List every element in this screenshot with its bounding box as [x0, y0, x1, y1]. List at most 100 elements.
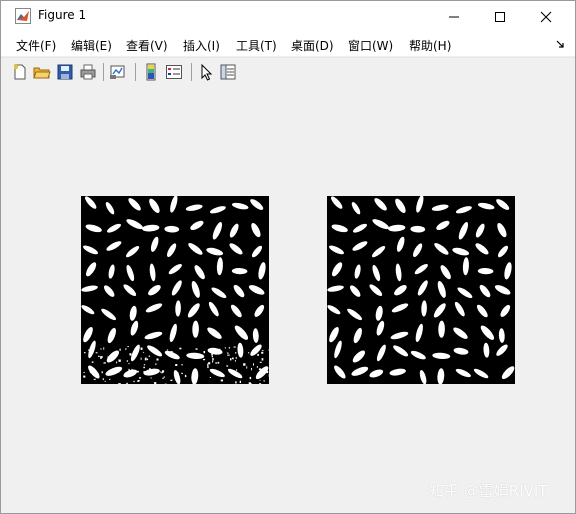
dock-arrow-icon[interactable]: [555, 39, 565, 49]
rice-grain: [123, 369, 138, 378]
rice-grain: [230, 304, 242, 318]
noise-speck: [263, 380, 265, 382]
link-plot-icon[interactable]: [109, 63, 127, 81]
rice-grain: [229, 243, 243, 255]
title-bar[interactable]: Figure 1: [1, 1, 575, 32]
rice-grain: [372, 219, 390, 230]
rice-grain: [145, 303, 163, 313]
rice-grain: [455, 368, 471, 378]
maximize-button[interactable]: [477, 1, 523, 32]
noise-speck: [116, 368, 119, 371]
pointer-icon[interactable]: [198, 63, 216, 81]
rice-grain: [331, 196, 343, 209]
menu-tools[interactable]: 工具(T): [236, 37, 277, 54]
rice-grain: [149, 263, 156, 282]
noise-speck: [259, 361, 262, 363]
noise-speck: [203, 358, 206, 361]
menu-edit[interactable]: 编辑(E): [71, 37, 112, 54]
new-figure-icon[interactable]: [11, 63, 29, 81]
rice-grain: [494, 285, 511, 295]
noise-speck: [233, 346, 236, 348]
noise-speck: [143, 366, 145, 369]
rice-grain: [86, 262, 97, 277]
noise-speck: [131, 368, 133, 371]
binary-image-right[interactable]: [327, 196, 515, 384]
noise-speck: [127, 346, 129, 348]
noise-speck: [239, 374, 242, 376]
noise-speck: [230, 358, 232, 361]
minimize-button[interactable]: [431, 1, 477, 32]
print-icon[interactable]: [79, 63, 97, 81]
noise-speck: [83, 375, 86, 378]
rice-grain: [477, 267, 494, 275]
menu-desktop[interactable]: 桌面(D): [291, 37, 334, 54]
colorbar-icon[interactable]: [142, 63, 160, 81]
menu-view[interactable]: 查看(V): [126, 37, 168, 54]
noise-speck: [239, 380, 241, 383]
noise-speck: [177, 372, 179, 374]
figure-toolbar: [1, 57, 575, 87]
rice-grain: [150, 236, 159, 252]
rice-grain: [372, 264, 381, 282]
rice-grain: [504, 262, 512, 280]
rice-grain: [376, 320, 385, 336]
noise-speck: [84, 352, 86, 354]
noise-speck: [249, 376, 252, 380]
noise-speck: [212, 360, 214, 363]
noise-speck: [143, 371, 146, 373]
menu-file[interactable]: 文件(F): [16, 37, 56, 54]
noise-speck: [258, 368, 261, 370]
noise-speck: [125, 348, 127, 350]
noise-speck: [116, 361, 118, 364]
noise-speck: [170, 351, 173, 353]
rice-grain: [476, 304, 488, 318]
rice-grain: [369, 369, 384, 378]
toolbar-separator: [191, 63, 192, 81]
window-title: Figure 1: [38, 8, 87, 22]
noise-speck: [107, 356, 110, 359]
noise-speck: [137, 370, 139, 373]
rice-grain: [329, 326, 339, 343]
rice-grain: [327, 285, 344, 292]
binary-image-left[interactable]: [81, 196, 269, 384]
noise-speck: [246, 366, 248, 369]
rice-grain: [126, 264, 135, 282]
rice-grain: [250, 199, 264, 210]
noise-speck: [217, 361, 220, 364]
noise-speck: [98, 373, 100, 375]
figure-window: Figure 1 文件(F) 编辑(E) 查看(V) 插入(I) 工具(T) 桌…: [0, 0, 576, 514]
noise-speck: [211, 353, 213, 356]
noise-speck: [248, 352, 250, 354]
save-icon[interactable]: [56, 63, 74, 81]
rice-grain: [327, 305, 341, 315]
noise-speck: [256, 377, 259, 379]
noise-speck: [126, 382, 128, 384]
rice-grain: [455, 206, 472, 214]
rice-grain: [352, 223, 368, 233]
legend-icon[interactable]: [165, 63, 183, 81]
noise-speck: [166, 352, 169, 355]
rice-grain: [107, 327, 116, 344]
rice-grain: [501, 366, 515, 380]
rice-grain: [229, 223, 239, 238]
noise-speck: [95, 352, 98, 354]
property-editor-icon[interactable]: [219, 63, 237, 81]
noise-speck: [256, 346, 259, 349]
rice-grain: [421, 300, 427, 317]
open-file-icon[interactable]: [33, 63, 51, 81]
noise-speck: [166, 349, 169, 351]
menu-insert[interactable]: 插入(I): [183, 37, 220, 54]
noise-speck: [102, 378, 104, 381]
noise-speck: [181, 372, 183, 375]
menu-help[interactable]: 帮助(H): [409, 37, 451, 54]
rice-grain: [374, 198, 387, 211]
rice-grain: [129, 305, 137, 321]
rice-grain: [453, 347, 469, 355]
menu-window[interactable]: 窗口(W): [348, 37, 393, 54]
noise-speck: [234, 360, 236, 362]
noise-speck: [143, 364, 146, 366]
noise-speck: [194, 376, 197, 379]
rice-grain: [395, 263, 402, 282]
close-button[interactable]: [523, 1, 569, 32]
noise-speck: [215, 362, 218, 364]
